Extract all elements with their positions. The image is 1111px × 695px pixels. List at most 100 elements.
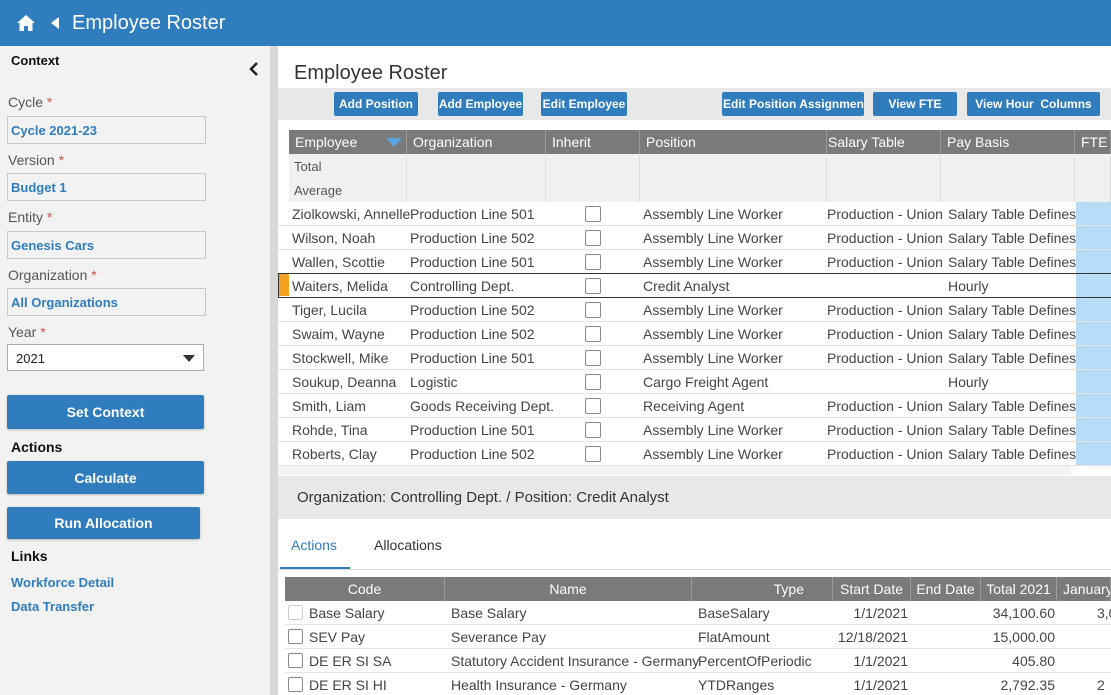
calculate-button[interactable]: Calculate [7, 461, 204, 494]
set-context-button[interactable]: Set Context [7, 395, 204, 429]
column-header-position[interactable]: Position [640, 130, 827, 154]
inherit-checkbox[interactable] [585, 230, 601, 246]
fte-cell[interactable] [1076, 322, 1111, 345]
version-field[interactable]: Budget 1 [7, 173, 206, 201]
organization-cell: Production Line 501 [410, 422, 535, 438]
start-date-cell: 12/18/2021 [837, 629, 908, 645]
row-checkbox[interactable] [288, 653, 303, 668]
column-header-employee[interactable]: Employee [289, 130, 407, 154]
grid-horizontal-scrollbar[interactable] [278, 465, 1071, 475]
inherit-checkbox[interactable] [585, 254, 601, 270]
tab-actions[interactable]: Actions [291, 537, 337, 553]
type-cell: YTDRanges [698, 677, 775, 693]
employee-cell: Soukup, Deanna [292, 374, 397, 390]
type-cell: PercentOfPeriodic [698, 653, 812, 669]
organization-cell: Controlling Dept. [410, 278, 515, 294]
column-header-type[interactable]: Type [692, 577, 833, 601]
table-row[interactable]: Soukup, Deanna Logistic Cargo Freight Ag… [278, 370, 1111, 394]
table-row[interactable]: Rohde, Tina Production Line 501 Assembly… [278, 418, 1111, 442]
table-row[interactable]: Swaim, Wayne Production Line 502 Assembl… [278, 322, 1111, 346]
add-position-button[interactable]: Add Position [334, 92, 418, 116]
column-header-pay-basis[interactable]: Pay Basis [941, 130, 1075, 154]
table-row[interactable]: Smith, Liam Goods Receiving Dept. Receiv… [278, 394, 1111, 418]
fte-cell[interactable] [1076, 202, 1111, 225]
collapse-panel-icon[interactable] [249, 62, 261, 76]
tab-allocations[interactable]: Allocations [374, 537, 442, 553]
table-row[interactable]: Ziolkowski, Annelle Production Line 501 … [278, 202, 1111, 226]
column-header-name[interactable]: Name [445, 577, 692, 601]
run-allocation-button[interactable]: Run Allocation [7, 507, 200, 539]
total-2021-cell: 2,792.35 [1000, 677, 1056, 693]
table-row[interactable]: SEV Pay Severance Pay FlatAmount 12/18/2… [285, 625, 1111, 649]
cycle-field[interactable]: Cycle 2021-23 [7, 116, 206, 144]
data-transfer-link[interactable]: Data Transfer [11, 599, 94, 614]
inherit-checkbox[interactable] [585, 326, 601, 342]
entity-field[interactable]: Genesis Cars [7, 231, 206, 259]
row-checkbox[interactable] [288, 677, 303, 692]
inherit-checkbox[interactable] [585, 446, 601, 462]
table-row[interactable]: Roberts, Clay Production Line 502 Assemb… [278, 442, 1111, 466]
panel-splitter[interactable] [270, 46, 278, 695]
fte-cell[interactable] [1076, 370, 1111, 393]
edit-position-assignment-button[interactable]: Edit Position Assignmen [722, 92, 864, 116]
organization-cell: Production Line 502 [410, 326, 535, 342]
fte-cell[interactable] [1076, 298, 1111, 321]
detail-header: Organization: Controlling Dept. / Positi… [278, 476, 1111, 519]
employee-cell: Wallen, Scottie [292, 254, 385, 270]
table-row[interactable]: DE ER SI SA Statutory Accident Insurance… [285, 649, 1111, 673]
table-row[interactable]: Stockwell, Mike Production Line 501 Asse… [278, 346, 1111, 370]
column-header-january[interactable]: January [1057, 577, 1111, 601]
home-icon[interactable] [16, 13, 36, 33]
app-title: Employee Roster [72, 11, 226, 34]
organization-field[interactable]: All Organizations [7, 288, 206, 316]
column-header-salary-table[interactable]: Salary Table [827, 130, 941, 154]
fte-cell[interactable] [1076, 418, 1111, 441]
table-row[interactable]: Base Salary Base Salary BaseSalary 1/1/2… [285, 601, 1111, 625]
summary-cell [827, 154, 941, 202]
table-row[interactable]: DE ER SI HI Health Insurance - Germany Y… [285, 673, 1111, 695]
column-header-inherit[interactable]: Inherit [546, 130, 640, 154]
column-header-organization[interactable]: Organization [407, 130, 546, 154]
table-row[interactable]: Tiger, Lucila Production Line 502 Assemb… [278, 298, 1111, 322]
position-cell: Assembly Line Worker [643, 206, 783, 222]
year-select[interactable]: 2021 [7, 344, 204, 371]
column-header-total-2021[interactable]: Total 2021 [981, 577, 1057, 601]
inherit-checkbox[interactable] [585, 350, 601, 366]
inherit-checkbox[interactable] [585, 374, 601, 390]
column-header-code[interactable]: Code [285, 577, 445, 601]
row-checkbox[interactable] [288, 629, 303, 644]
column-header-fte[interactable]: FTE [1075, 130, 1111, 154]
inherit-checkbox[interactable] [585, 398, 601, 414]
fte-cell[interactable] [1076, 346, 1111, 369]
salary-table-cell: Production - Union [827, 206, 943, 222]
row-checkbox[interactable] [288, 605, 303, 620]
inherit-checkbox[interactable] [585, 422, 601, 438]
organization-cell: Production Line 502 [410, 302, 535, 318]
edit-employee-button[interactable]: Edit Employee [541, 92, 627, 116]
total-2021-cell: 15,000.00 [992, 629, 1055, 645]
inherit-checkbox[interactable] [585, 278, 601, 294]
back-arrow-icon[interactable] [50, 13, 62, 33]
fte-cell[interactable] [1076, 442, 1111, 465]
organization-cell: Production Line 502 [410, 230, 535, 246]
position-cell: Credit Analyst [643, 278, 730, 294]
workforce-detail-link[interactable]: Workforce Detail [11, 575, 114, 590]
table-row[interactable]: Wallen, Scottie Production Line 501 Asse… [278, 250, 1111, 274]
fte-cell[interactable] [1076, 250, 1111, 273]
column-header-end-date[interactable]: End Date [911, 577, 981, 601]
fte-cell[interactable] [1076, 274, 1111, 297]
inherit-checkbox[interactable] [585, 206, 601, 222]
fte-cell[interactable] [1076, 226, 1111, 249]
salary-table-cell: Production - Union [827, 350, 943, 366]
pay-basis-cell: Salary Table Defines [948, 446, 1077, 462]
pay-basis-cell: Salary Table Defines [948, 350, 1077, 366]
add-employee-button[interactable]: Add Employee [438, 92, 523, 116]
salary-table-cell: Production - Union [827, 254, 943, 270]
table-row[interactable]: Wilson, Noah Production Line 502 Assembl… [278, 226, 1111, 250]
view-hour-columns-button[interactable]: View Hour Columns [967, 92, 1100, 116]
column-header-start-date[interactable]: Start Date [833, 577, 911, 601]
table-row-selected[interactable]: Waiters, Melida Controlling Dept. Credit… [278, 273, 1111, 298]
view-fte-button[interactable]: View FTE [873, 92, 957, 116]
fte-cell[interactable] [1076, 394, 1111, 417]
inherit-checkbox[interactable] [585, 302, 601, 318]
